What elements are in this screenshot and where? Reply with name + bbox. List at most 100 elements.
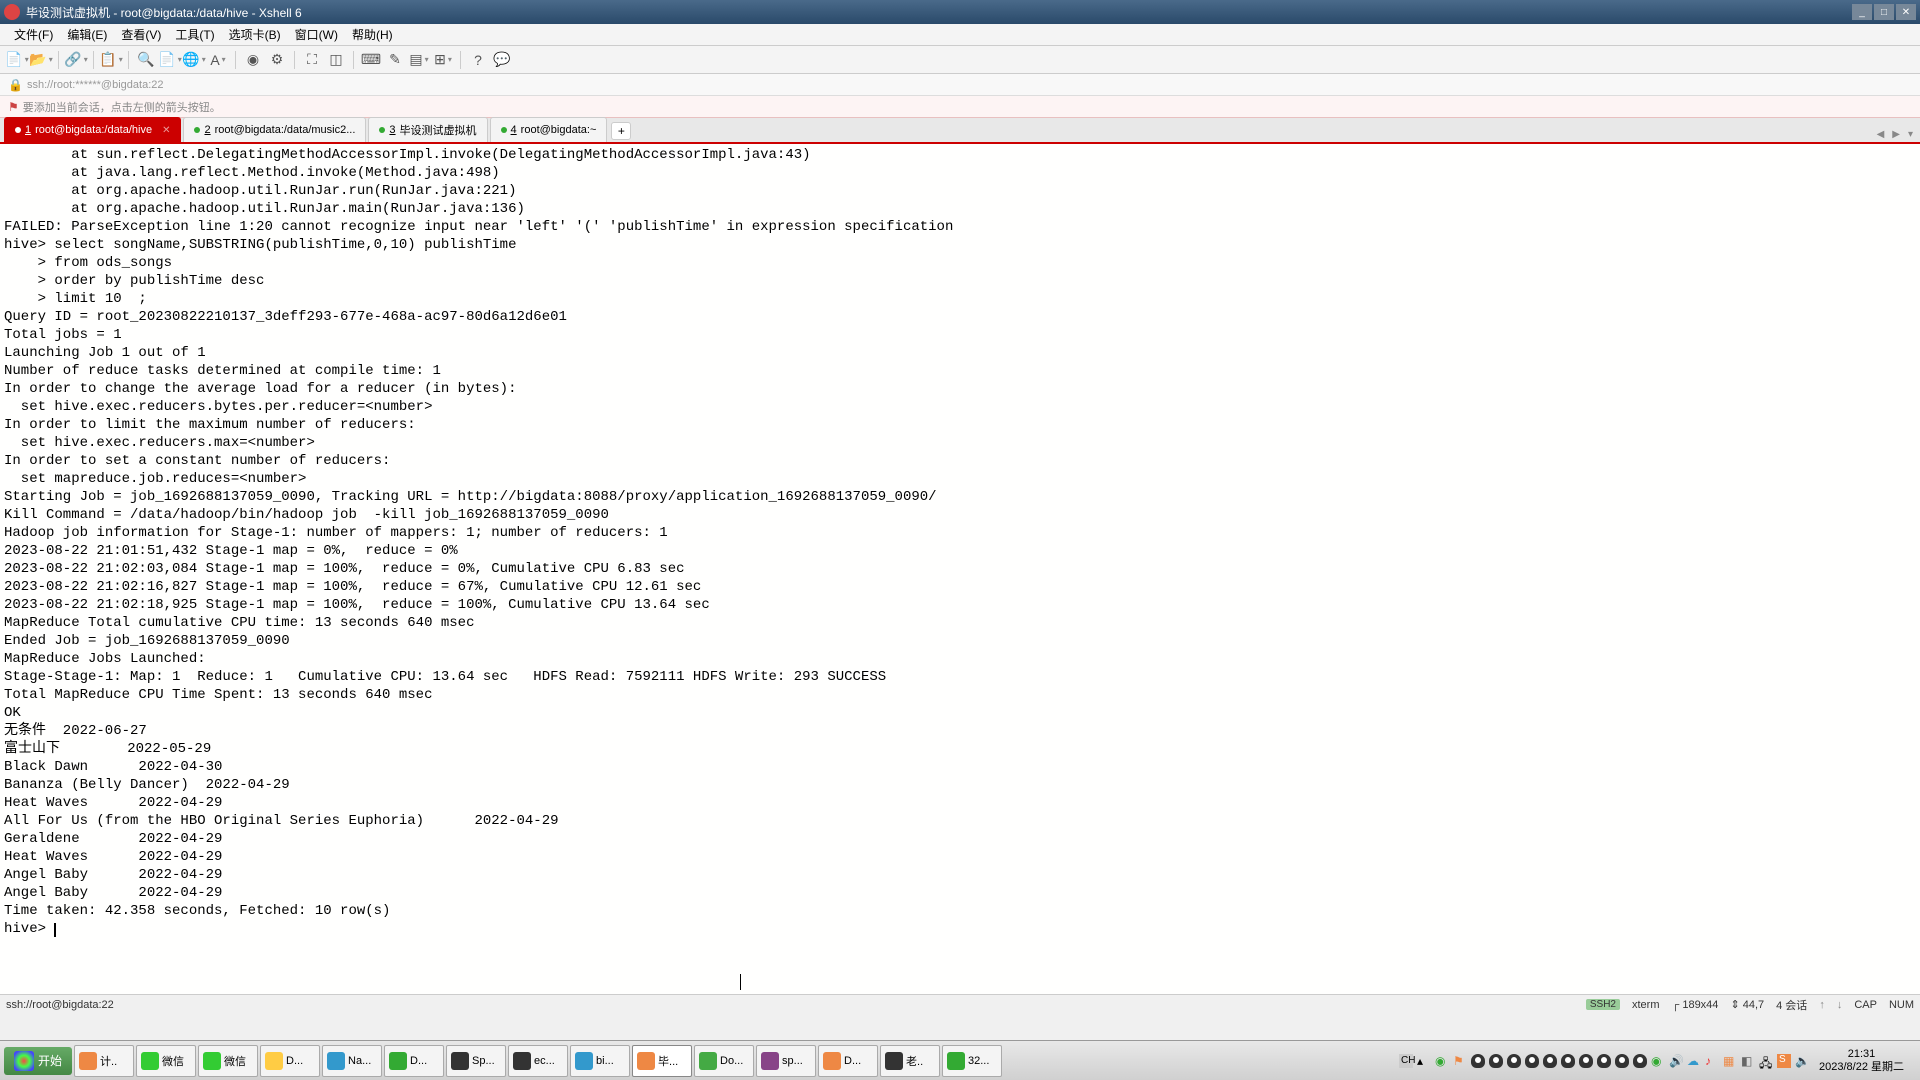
menu-help[interactable]: 帮助(H)	[346, 24, 399, 45]
tray-qq-icon-10[interactable]	[1633, 1054, 1647, 1068]
menu-view[interactable]: 查看(V)	[115, 24, 167, 45]
globe-icon[interactable]: 🌐	[185, 51, 203, 69]
flag-icon[interactable]: ⚑	[8, 100, 19, 114]
start-label: 开始	[38, 1052, 62, 1069]
status-down-icon[interactable]: ↓	[1837, 999, 1843, 1011]
layout-icon[interactable]: ⊞	[434, 51, 452, 69]
clock-time: 21:31	[1819, 1048, 1904, 1061]
taskbar-item[interactable]: 微信	[198, 1045, 258, 1077]
status-up-icon[interactable]: ↑	[1819, 999, 1825, 1011]
taskbar-item[interactable]: 老..	[880, 1045, 940, 1077]
maximize-button[interactable]: □	[1874, 4, 1894, 20]
tray-ime-icon[interactable]: S	[1777, 1054, 1791, 1068]
tray-cloud-icon[interactable]: ☁	[1687, 1054, 1701, 1068]
tray-notify-icon[interactable]: ⚑	[1453, 1054, 1467, 1068]
menu-file[interactable]: 文件(F)	[8, 24, 59, 45]
tab-next-icon[interactable]: ▶	[1889, 129, 1903, 140]
tray-disk-icon[interactable]: ◧	[1741, 1054, 1755, 1068]
add-tab-button[interactable]: +	[611, 122, 631, 140]
tray-qq-icon-9[interactable]	[1615, 1054, 1629, 1068]
tab-list-icon[interactable]: ▾	[1905, 129, 1916, 140]
tab-close-icon[interactable]: ✕	[162, 125, 170, 136]
color-icon[interactable]: ◉	[244, 51, 262, 69]
help-icon[interactable]: ?	[469, 51, 487, 69]
tray-qq-icon-7[interactable]	[1579, 1054, 1593, 1068]
status-cap: CAP	[1854, 999, 1877, 1011]
transparent-icon[interactable]: ◫	[327, 51, 345, 69]
tray-music-icon[interactable]: ♪	[1705, 1054, 1719, 1068]
close-button[interactable]: ✕	[1896, 4, 1916, 20]
copy-icon[interactable]: 📋	[102, 51, 120, 69]
chat-icon[interactable]: 💬	[493, 51, 511, 69]
paste-icon[interactable]: 📄	[161, 51, 179, 69]
taskbar-item[interactable]: Sp...	[446, 1045, 506, 1077]
reconnect-icon[interactable]: 🔗	[67, 51, 85, 69]
session-tab[interactable]: 4 root@bigdata:~	[490, 117, 608, 142]
search-icon[interactable]: 🔍	[137, 51, 155, 69]
terminal-output[interactable]: at sun.reflect.DelegatingMethodAccessorI…	[0, 144, 1920, 994]
minimize-button[interactable]: _	[1852, 4, 1872, 20]
compose-icon[interactable]: ✎	[386, 51, 404, 69]
taskbar-item[interactable]: bi...	[570, 1045, 630, 1077]
font-icon[interactable]: A	[209, 51, 227, 69]
tab-number: 1	[25, 124, 31, 136]
menu-tools[interactable]: 工具(T)	[169, 24, 220, 45]
taskbar-item[interactable]: D...	[818, 1045, 878, 1077]
taskbar-item[interactable]: D...	[384, 1045, 444, 1077]
tray-qq-icon-3[interactable]	[1507, 1054, 1521, 1068]
taskbar-app-icon	[761, 1052, 779, 1070]
taskbar-item-label: 计..	[100, 1053, 117, 1069]
tray-qq-icon-4[interactable]	[1525, 1054, 1539, 1068]
menu-tabs[interactable]: 选项卡(B)	[223, 24, 287, 45]
taskbar-item[interactable]: sp...	[756, 1045, 816, 1077]
taskbar-item[interactable]: Do...	[694, 1045, 754, 1077]
tray-wechat-icon[interactable]: ◉	[1651, 1054, 1665, 1068]
keyboard-icon[interactable]: ⌨	[362, 51, 380, 69]
tray-qq-icon-8[interactable]	[1597, 1054, 1611, 1068]
taskbar-app-icon	[265, 1052, 283, 1070]
taskbar-item[interactable]: 毕...	[632, 1045, 692, 1077]
toolbar: 📄 📂 🔗 📋 🔍 📄 🌐 A ◉ ⚙ ⛶ ◫ ⌨ ✎ ▤ ⊞ ? 💬	[0, 46, 1920, 74]
session-tab[interactable]: 1 root@bigdata:/data/hive✕	[4, 117, 181, 142]
taskbar-item-label: 32...	[968, 1055, 989, 1067]
tray-shield-icon[interactable]: ◉	[1435, 1054, 1449, 1068]
hint-bar: ⚑ 要添加当前会话，点击左侧的箭头按钮。	[0, 96, 1920, 118]
taskbar-item[interactable]: D...	[260, 1045, 320, 1077]
properties-icon[interactable]: ⚙	[268, 51, 286, 69]
session-tab[interactable]: 2 root@bigdata:/data/music2...	[183, 117, 366, 142]
taskbar-app-icon	[451, 1052, 469, 1070]
session-tab[interactable]: 3 毕设测试虚拟机	[368, 117, 487, 142]
tray-vol-icon[interactable]: 🔈	[1795, 1054, 1809, 1068]
taskbar-item-label: D...	[286, 1055, 303, 1067]
tray-sound-icon[interactable]: 🔊	[1669, 1054, 1683, 1068]
menu-edit[interactable]: 编辑(E)	[61, 24, 113, 45]
tray-qq-icon-6[interactable]	[1561, 1054, 1575, 1068]
taskbar-item[interactable]: 微信	[136, 1045, 196, 1077]
window-buttons: _ □ ✕	[1852, 4, 1916, 20]
taskbar-app-icon	[513, 1052, 531, 1070]
tray-net-icon[interactable]: 🖧	[1759, 1054, 1773, 1068]
start-button[interactable]: 开始	[4, 1047, 72, 1075]
tray-qq-icon-2[interactable]	[1489, 1054, 1503, 1068]
tray-qq-icon-1[interactable]	[1471, 1054, 1485, 1068]
taskbar-item[interactable]: Na...	[322, 1045, 382, 1077]
taskbar-app-icon	[575, 1052, 593, 1070]
address-text[interactable]: ssh://root:******@bigdata:22	[27, 79, 164, 91]
lang-indicator[interactable]: CH	[1399, 1054, 1413, 1068]
taskbar-item[interactable]: 32...	[942, 1045, 1002, 1077]
tray-expand-icon[interactable]: ▴	[1417, 1054, 1431, 1068]
open-icon[interactable]: 📂	[32, 51, 50, 69]
tray-app-icon[interactable]: ▦	[1723, 1054, 1737, 1068]
fullscreen-icon[interactable]: ⛶	[303, 51, 321, 69]
taskbar-clock[interactable]: 21:31 2023/8/22 星期二	[1813, 1048, 1910, 1074]
tab-prev-icon[interactable]: ◀	[1874, 129, 1888, 140]
taskbar-item[interactable]: ec...	[508, 1045, 568, 1077]
app-icon	[4, 4, 20, 20]
new-session-icon[interactable]: 📄	[8, 51, 26, 69]
tab-bar: 1 root@bigdata:/data/hive✕2 root@bigdata…	[0, 118, 1920, 144]
menu-window[interactable]: 窗口(W)	[289, 24, 344, 45]
taskbar-item[interactable]: 计..	[74, 1045, 134, 1077]
taskbar-app-icon	[699, 1052, 717, 1070]
tray-qq-icon-5[interactable]	[1543, 1054, 1557, 1068]
script-icon[interactable]: ▤	[410, 51, 428, 69]
